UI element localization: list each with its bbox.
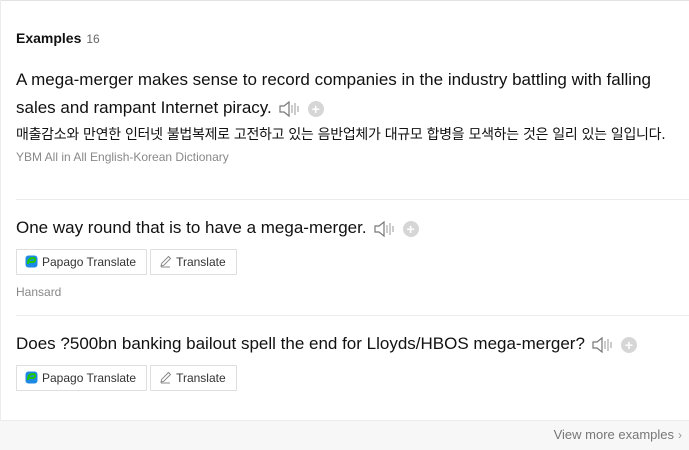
- example-sentence-text: Does ?500bn banking bailout spell the en…: [16, 334, 585, 353]
- example-sentence: Does ?500bn banking bailout spell the en…: [16, 330, 681, 359]
- top-border: [0, 0, 689, 1]
- example-item-3: Does ?500bn banking bailout spell the en…: [16, 330, 681, 391]
- speaker-icon[interactable]: [373, 219, 397, 239]
- translate-buttons: Papago Translate Translate: [16, 364, 681, 391]
- translate-button[interactable]: Translate: [150, 248, 237, 275]
- papago-translate-label: Papago Translate: [42, 370, 137, 385]
- example-source: Hansard: [16, 284, 62, 299]
- example-item-1: A mega-merger makes sense to record comp…: [16, 66, 681, 164]
- section-title: Examples: [16, 30, 82, 46]
- speaker-icon[interactable]: [278, 99, 302, 119]
- examples-header: Examples 16: [16, 30, 100, 46]
- example-sentence-text: One way round that is to have a mega-mer…: [16, 218, 367, 237]
- example-sentence: A mega-merger makes sense to record comp…: [16, 66, 681, 123]
- translate-button[interactable]: Translate: [150, 364, 237, 391]
- translate-label: Translate: [176, 254, 226, 269]
- papago-logo-icon: [25, 255, 38, 268]
- papago-translate-button[interactable]: Papago Translate: [16, 248, 148, 275]
- example-item-2: One way round that is to have a mega-mer…: [16, 214, 681, 299]
- add-to-wordbook-icon[interactable]: +: [307, 101, 324, 118]
- papago-translate-label: Papago Translate: [42, 254, 137, 269]
- example-sentence: One way round that is to have a mega-mer…: [16, 214, 681, 243]
- divider: [16, 315, 689, 316]
- view-more-label: View more examples: [553, 427, 674, 442]
- papago-translate-button[interactable]: Papago Translate: [16, 364, 148, 391]
- example-sentence-text: A mega-merger makes sense to record comp…: [16, 70, 651, 117]
- add-to-wordbook-icon[interactable]: +: [402, 221, 419, 238]
- papago-logo-icon: [25, 371, 38, 384]
- translate-label: Translate: [176, 370, 226, 385]
- add-to-wordbook-icon[interactable]: +: [620, 337, 637, 354]
- example-source: YBM All in All English-Korean Dictionary: [16, 149, 229, 164]
- left-border: [0, 0, 1, 450]
- divider: [16, 199, 689, 200]
- pencil-icon: [160, 371, 172, 384]
- view-more-examples-link[interactable]: View more examples ›: [554, 427, 682, 442]
- chevron-right-icon: ›: [678, 427, 682, 442]
- speaker-icon[interactable]: [591, 335, 615, 355]
- examples-count: 16: [86, 32, 100, 46]
- example-translation: 매출감소와 만연한 인터넷 불법복제로 고전하고 있는 음반업체가 대규모 합병…: [16, 126, 666, 143]
- translate-buttons: Papago Translate Translate: [16, 248, 681, 275]
- pencil-icon: [160, 255, 172, 268]
